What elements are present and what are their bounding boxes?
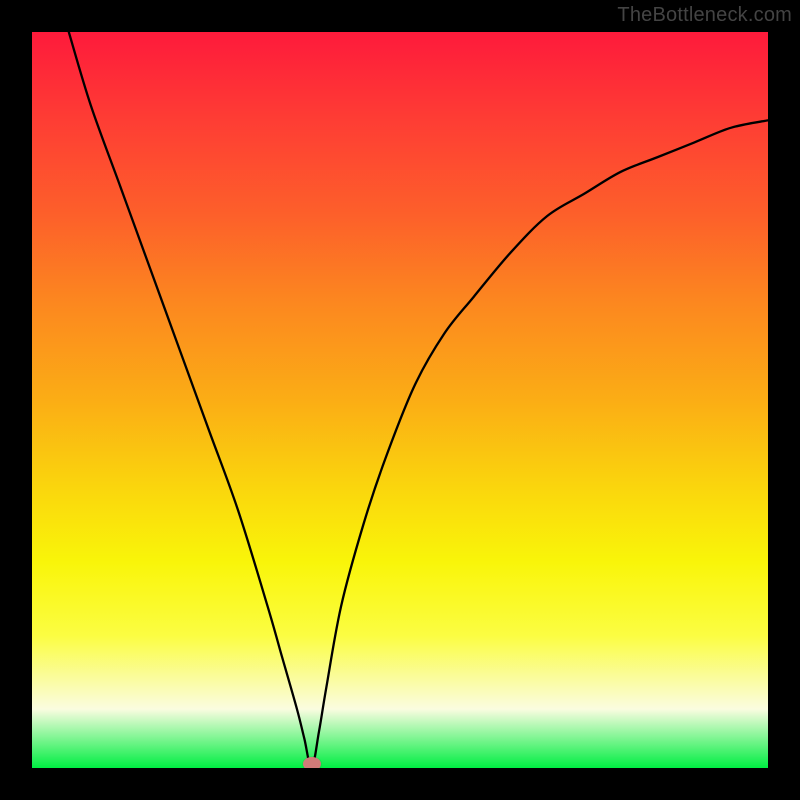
chart-frame: TheBottleneck.com [0, 0, 800, 800]
watermark-label: TheBottleneck.com [617, 4, 792, 27]
minimum-marker [303, 757, 321, 768]
plot-area [32, 32, 768, 768]
bottleneck-curve [32, 32, 768, 768]
